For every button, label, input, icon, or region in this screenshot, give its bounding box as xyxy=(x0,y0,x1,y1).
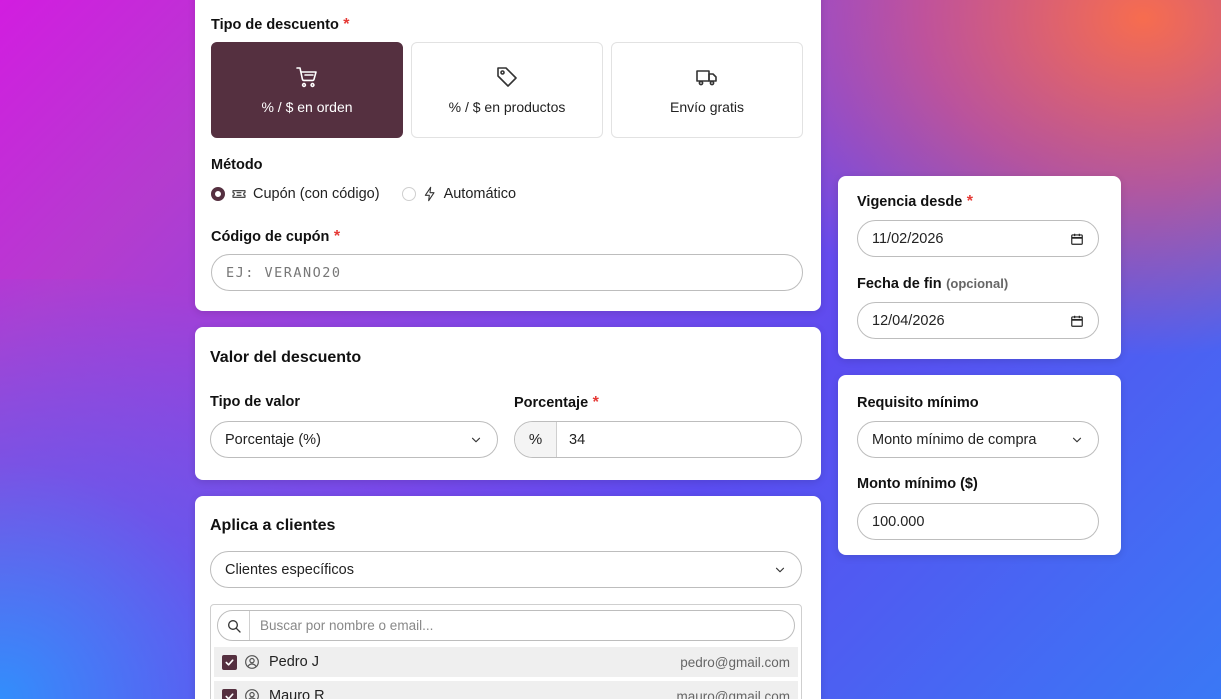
validity-end-heading: Fecha de fin (opcional) xyxy=(857,275,1008,293)
percentage-prefix: % xyxy=(515,422,557,457)
search-icon xyxy=(218,611,250,640)
discount-type-shipping-option[interactable]: Envío gratis xyxy=(611,42,803,138)
requirement-selected: Monto mínimo de compra xyxy=(872,431,1037,448)
percentage-value: 34 xyxy=(569,431,586,448)
requirement-select[interactable]: Monto mínimo de compra xyxy=(857,421,1099,458)
discount-type-order-option[interactable]: % / $ en orden xyxy=(211,42,403,138)
client-row[interactable]: Pedro J pedro@gmail.com xyxy=(214,647,798,677)
validity-end-label: Fecha de fin xyxy=(857,276,942,292)
percentage-input[interactable]: % 34 xyxy=(514,421,802,458)
chevron-down-icon xyxy=(775,567,785,572)
discount-type-products-label: % / $ en productos xyxy=(448,99,566,115)
validity-from-value: 11/02/2026 xyxy=(872,230,944,247)
client-name: Pedro J xyxy=(269,654,319,670)
method-coupon-radio[interactable] xyxy=(211,187,225,201)
coupon-code-placeholder: EJ: VERANO20 xyxy=(226,264,342,281)
minimum-amount-label: Monto mínimo ($) xyxy=(857,476,978,492)
validity-end-optional: (opcional) xyxy=(946,276,1009,291)
percentage-heading: Porcentaje * xyxy=(514,394,599,412)
clients-scope-select[interactable]: Clientes específicos xyxy=(210,551,802,588)
validity-from-date-input[interactable]: 11/02/2026 xyxy=(857,220,1099,257)
minimum-requirement-card: Requisito mínimo Monto mínimo de compra … xyxy=(838,375,1121,555)
required-mark: * xyxy=(592,394,599,411)
clients-title: Aplica a clientes xyxy=(210,517,336,534)
validity-end-value: 12/04/2026 xyxy=(872,312,945,329)
required-mark: * xyxy=(333,228,341,245)
clients-scope-selected: Clientes específicos xyxy=(225,561,354,578)
validity-card: Vigencia desde * 11/02/2026 Fecha de fin… xyxy=(838,176,1121,359)
ticket-icon xyxy=(232,190,246,198)
discount-value-title: Valor del descuento xyxy=(210,349,362,366)
truck-icon xyxy=(696,70,717,86)
calendar-icon[interactable] xyxy=(1070,232,1084,246)
discount-config-card: Tipo de descuento * % / $ en orden % / $… xyxy=(195,0,821,311)
client-email: mauro@gmail.com xyxy=(676,688,790,699)
coupon-code-label: Código de cupón xyxy=(211,229,330,245)
discount-value-card: Valor del descuento Tipo de valor Porcen… xyxy=(195,327,821,480)
coupon-code-heading: Código de cupón * xyxy=(211,228,340,246)
client-row[interactable]: Mauro R mauro@gmail.com xyxy=(214,681,798,699)
required-mark: * xyxy=(343,16,350,33)
client-checkbox[interactable] xyxy=(222,688,237,699)
method-automatic-label[interactable]: Automático xyxy=(444,186,517,202)
cart-icon xyxy=(296,67,317,88)
discount-type-order-label: % / $ en orden xyxy=(261,99,353,115)
client-name: Mauro R xyxy=(269,688,325,699)
chevron-down-icon xyxy=(1072,437,1082,442)
method-label: Método xyxy=(211,157,263,173)
chevron-down-icon xyxy=(471,437,481,442)
clients-search xyxy=(217,610,795,641)
clients-list: Pedro J pedro@gmail.com Mauro R mauro@gm… xyxy=(210,604,802,699)
discount-type-label: Tipo de descuento xyxy=(211,17,339,33)
client-checkbox[interactable] xyxy=(222,654,237,670)
method-coupon-label[interactable]: Cupón (con código) xyxy=(253,186,380,202)
method-options: Cupón (con código) Automático xyxy=(211,186,516,202)
value-type-label: Tipo de valor xyxy=(210,394,300,410)
minimum-amount-value: 100.000 xyxy=(872,513,925,530)
requirement-label: Requisito mínimo xyxy=(857,395,979,411)
discount-type-shipping-label: Envío gratis xyxy=(670,99,744,115)
percentage-label: Porcentaje xyxy=(514,395,589,411)
user-icon xyxy=(245,655,259,669)
discount-type-products-option[interactable]: % / $ en productos xyxy=(411,42,603,138)
coupon-code-input[interactable]: EJ: VERANO20 xyxy=(211,254,803,291)
value-type-selected: Porcentaje (%) xyxy=(225,431,321,448)
tag-icon xyxy=(497,67,517,87)
user-icon xyxy=(245,689,259,699)
calendar-icon[interactable] xyxy=(1070,314,1084,328)
validity-end-date-input[interactable]: 12/04/2026 xyxy=(857,302,1099,339)
discount-type-options: % / $ en orden % / $ en productos Envío … xyxy=(211,42,803,138)
clients-search-input[interactable] xyxy=(250,611,794,640)
minimum-amount-input[interactable]: 100.000 xyxy=(857,503,1099,540)
bolt-icon xyxy=(424,186,435,202)
client-email: pedro@gmail.com xyxy=(680,654,790,670)
required-mark: * xyxy=(966,193,973,210)
method-automatic-radio[interactable] xyxy=(401,187,416,201)
discount-type-heading: Tipo de descuento * xyxy=(211,16,350,34)
validity-from-heading: Vigencia desde * xyxy=(857,193,973,211)
validity-from-label: Vigencia desde xyxy=(857,194,963,210)
value-type-select[interactable]: Porcentaje (%) xyxy=(210,421,498,458)
clients-card: Aplica a clientes Clientes específicos P… xyxy=(195,496,821,699)
